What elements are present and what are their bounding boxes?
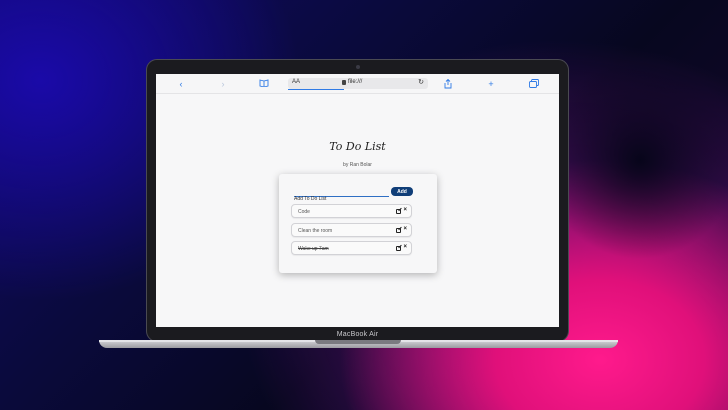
todo-card: Add Code × Clean the room × Wake up 7am … [279,174,437,273]
device-label: MacBook Air [336,331,379,338]
reload-icon[interactable]: ↻ [418,78,424,86]
page-byline: by Ran Bolar [343,162,372,168]
laptop-lid: ‹ › AA file:/// ↻ + To Do List by Ran Bo… [146,59,569,342]
browser-toolbar: ‹ › AA file:/// ↻ + [156,74,559,94]
todo-item-text: Code [298,209,310,215]
share-icon[interactable] [443,78,453,89]
plus-icon[interactable]: + [486,79,496,89]
close-icon[interactable]: × [403,244,407,250]
todo-input[interactable] [294,194,389,204]
todo-item-text-done: Wake up 7am [298,246,329,252]
tabs-icon[interactable] [529,79,539,89]
todo-item-text: Clean the room [298,228,333,234]
address-bar[interactable]: AA file:/// ↻ [288,78,428,90]
close-icon[interactable]: × [403,226,407,232]
browser-window: ‹ › AA file:/// ↻ + To Do List by Ran Bo… [156,74,559,327]
list-item: Code × [291,204,412,218]
camera-icon [356,65,360,69]
lock-icon [342,80,346,85]
todo-input-row [294,187,389,204]
edit-icon[interactable] [396,228,401,233]
book-icon[interactable] [259,79,269,89]
text-size-button[interactable]: AA [292,79,300,85]
list-item: Wake up 7am × [291,241,412,255]
list-item: Clean the room × [291,223,412,237]
close-icon[interactable]: × [403,207,407,213]
add-button[interactable]: Add [391,187,413,196]
url-text: file:/// [348,79,363,85]
load-progress-bar [288,89,344,90]
edit-icon[interactable] [396,246,401,251]
laptop-notch [315,340,401,344]
chevron-left-icon[interactable]: ‹ [176,79,186,89]
page-title: To Do List [329,140,386,153]
edit-icon[interactable] [396,209,401,214]
chevron-right-icon[interactable]: › [218,79,228,89]
